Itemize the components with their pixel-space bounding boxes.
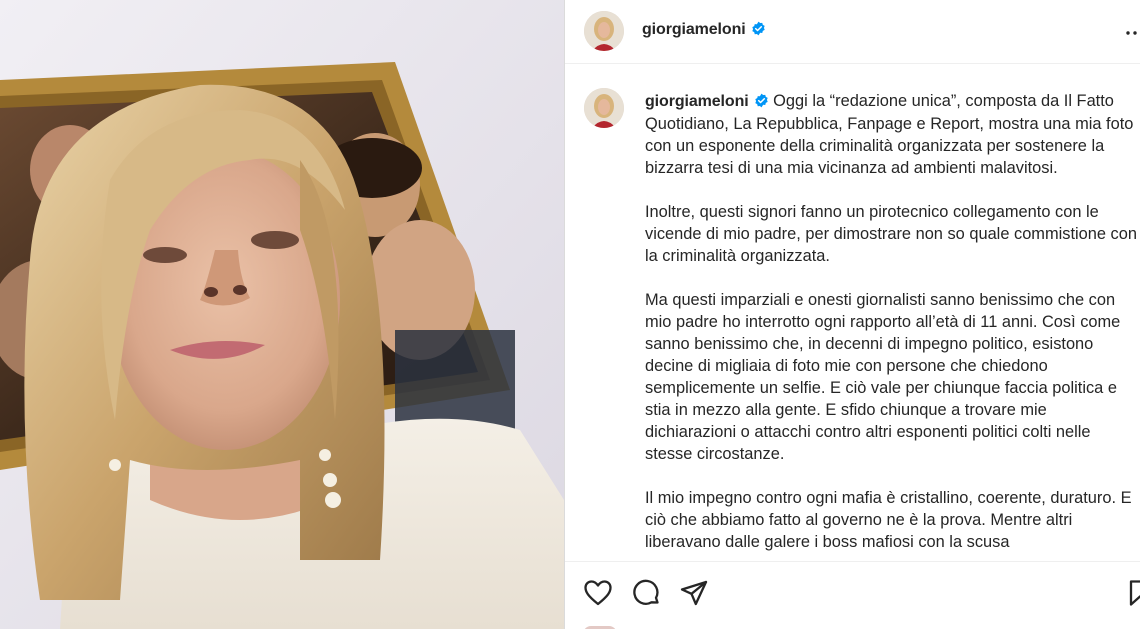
caption-paragraph-1: giorgiameloni Oggi la “redazione unica”,… — [645, 90, 1139, 179]
comment-button[interactable] — [631, 578, 661, 608]
caption-paragraph-4: Il mio impegno contro ogni mafia è crist… — [645, 489, 1132, 551]
selfie-image — [0, 0, 564, 629]
caption-paragraph-3: Ma questi imparziali e onesti giornalist… — [645, 291, 1121, 463]
caption-avatar[interactable] — [584, 88, 624, 128]
username[interactable]: giorgiameloni — [642, 21, 766, 39]
bookmark-icon — [1129, 580, 1140, 606]
caption-paragraph-2: Inoltre, questi signori fanno un pirotec… — [645, 203, 1137, 265]
save-button[interactable] — [1125, 578, 1140, 608]
username-text[interactable]: giorgiameloni — [642, 21, 746, 38]
post-header: giorgiameloni — [565, 0, 1140, 64]
share-button[interactable] — [679, 578, 709, 608]
more-options-icon[interactable] — [1125, 28, 1140, 38]
heart-icon — [584, 580, 612, 606]
action-bar — [565, 561, 1140, 629]
post-sidebar: giorgiameloni giorgiameloni Oggi la “red… — [565, 0, 1140, 629]
caption-username[interactable]: giorgiameloni — [645, 93, 749, 110]
comment-icon — [633, 579, 659, 605]
post-photo[interactable] — [0, 0, 564, 629]
verified-badge-icon — [751, 21, 765, 36]
verified-badge-icon — [754, 93, 768, 108]
avatar[interactable] — [584, 11, 624, 51]
caption-text: giorgiameloni Oggi la “redazione unica”,… — [645, 90, 1139, 561]
caption-area[interactable]: giorgiameloni Oggi la “redazione unica”,… — [565, 65, 1140, 561]
share-icon — [680, 580, 708, 606]
like-button[interactable] — [583, 578, 613, 608]
